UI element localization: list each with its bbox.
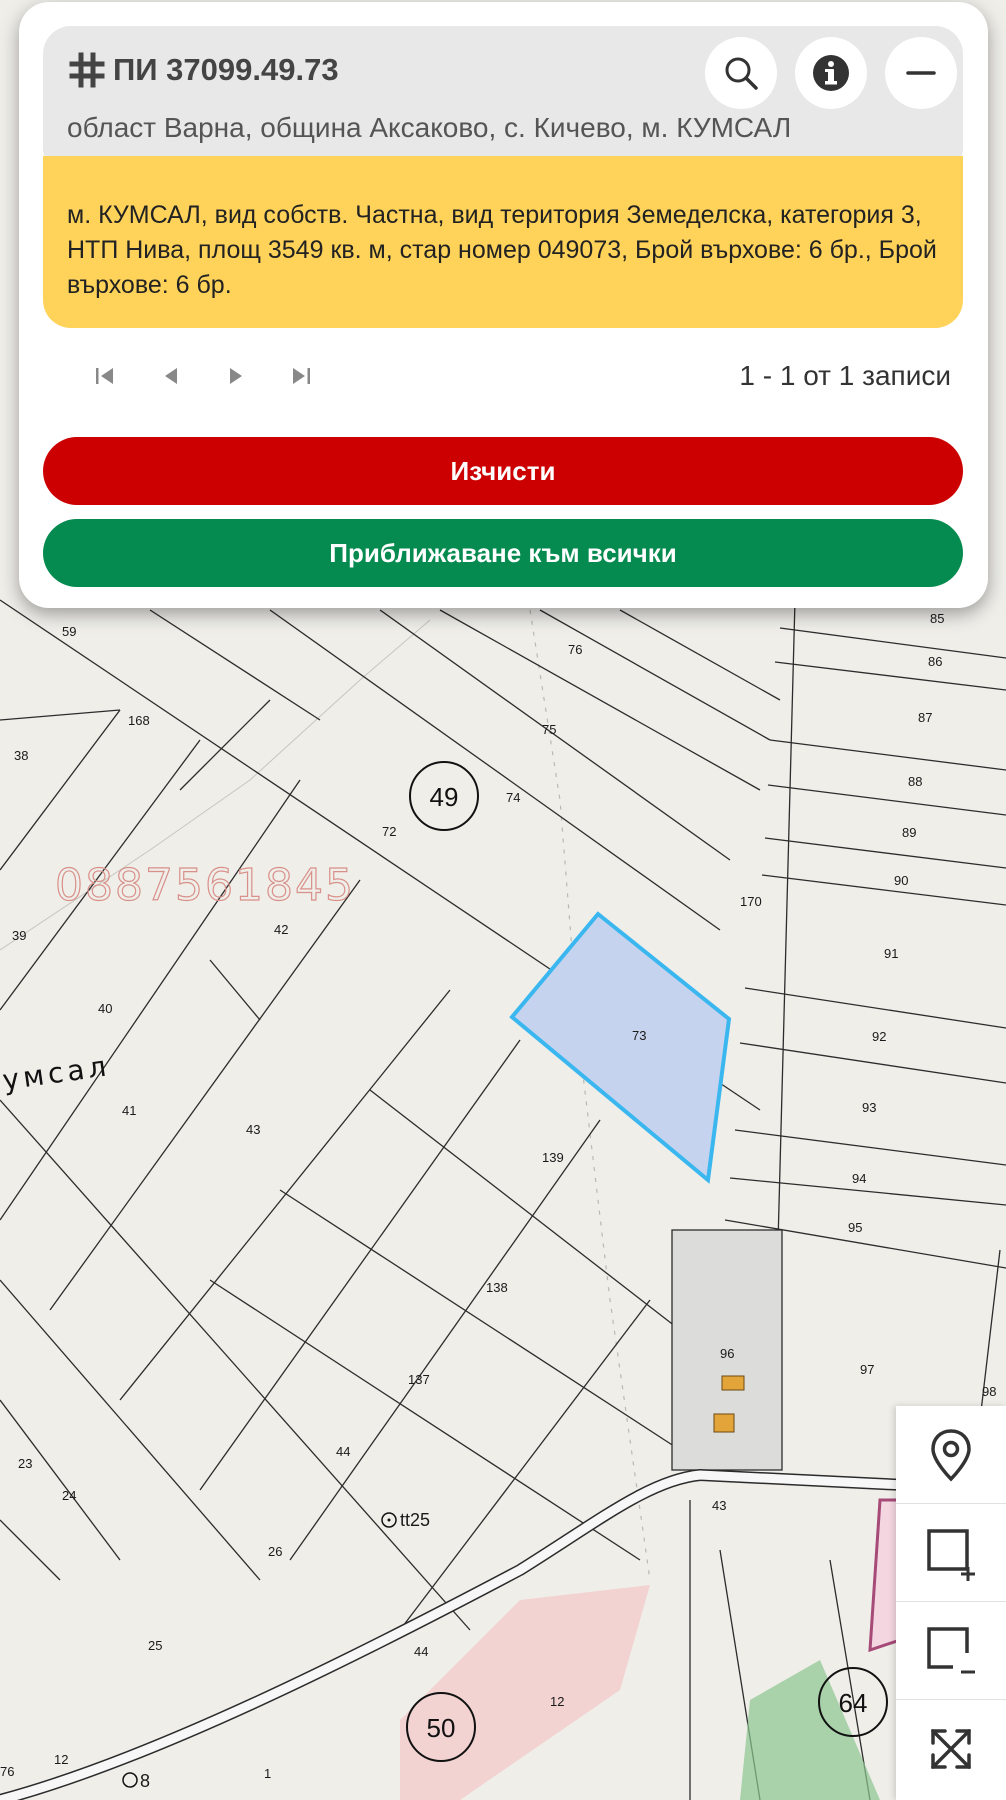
watermark-phone: 0887561845 <box>55 860 355 911</box>
parcel-label: 75 <box>542 722 556 737</box>
parcel-label: 139 <box>542 1150 564 1165</box>
parcel-info-card: ПИ 37099.49.73 област Варна, община Акса… <box>19 2 988 608</box>
parcel-label: 43 <box>712 1498 726 1513</box>
parcel-label: 86 <box>928 654 942 669</box>
select-remove-button[interactable] <box>896 1602 1006 1700</box>
next-page-button[interactable] <box>216 356 256 396</box>
parcel-label: 72 <box>382 824 396 839</box>
search-icon <box>725 57 758 90</box>
parcel-label: 12 <box>550 1694 564 1709</box>
parcel-label: 91 <box>884 946 898 961</box>
parcel-label: 137 <box>408 1372 430 1387</box>
grid-hash-icon <box>69 52 105 88</box>
svg-text:64: 64 <box>839 1688 868 1718</box>
parcel-label: 25 <box>148 1638 162 1653</box>
parcel-label: 43 <box>246 1122 260 1137</box>
info-button[interactable] <box>795 37 867 109</box>
parcel-label: 44 <box>414 1644 428 1659</box>
parcel-label: 40 <box>98 1001 112 1016</box>
fullscreen-button[interactable] <box>896 1700 1006 1797</box>
last-page-button[interactable] <box>281 356 321 396</box>
parcel-label: 92 <box>872 1029 886 1044</box>
parcel-label: 168 <box>128 713 150 728</box>
svg-text:49: 49 <box>430 782 459 812</box>
parcel-label: 87 <box>918 710 932 725</box>
parcel-label: 94 <box>852 1171 866 1186</box>
card-header: ПИ 37099.49.73 област Варна, община Акса… <box>43 26 963 176</box>
parcel-label: 76 <box>0 1764 14 1779</box>
parcel-label: 1 <box>264 1766 271 1781</box>
first-page-icon <box>96 368 113 384</box>
svg-text:50: 50 <box>427 1713 456 1743</box>
title-row: ПИ 37099.49.73 <box>69 52 339 88</box>
parcel-label: 12 <box>54 1752 68 1767</box>
parcel-details-panel: м. КУМСАЛ, вид собств. Частна, вид терит… <box>43 156 963 328</box>
parcel-label: 93 <box>862 1100 876 1115</box>
parcel-label: 59 <box>62 624 76 639</box>
parcel-address: област Варна, община Аксаково, с. Кичево… <box>67 112 792 143</box>
parcel-label: 23 <box>18 1456 32 1471</box>
parcel-title: ПИ 37099.49.73 <box>113 52 339 87</box>
minimize-button[interactable] <box>885 37 957 109</box>
parcel-label: 96 <box>720 1346 734 1361</box>
parcel-label: 89 <box>902 825 916 840</box>
clear-button[interactable]: Изчисти <box>43 437 963 505</box>
first-page-button[interactable] <box>85 356 125 396</box>
locate-button[interactable] <box>896 1406 1006 1504</box>
parcel-label: 98 <box>982 1384 996 1399</box>
zoom-to-all-button[interactable]: Приближаване към всички <box>43 519 963 587</box>
info-icon <box>813 55 849 91</box>
parcel-label: 39 <box>12 928 26 943</box>
minimize-icon <box>906 71 936 75</box>
parcel-label: 97 <box>860 1362 874 1377</box>
parcel-label: 8 <box>140 1771 150 1791</box>
select-add-icon <box>927 1528 975 1581</box>
parcel-label: tt25 <box>400 1510 430 1530</box>
parcel-label: 74 <box>506 790 520 805</box>
parcel-label: 24 <box>62 1488 76 1503</box>
fullscreen-icon <box>931 1728 971 1769</box>
search-button[interactable] <box>705 37 777 109</box>
location-pin-icon <box>931 1428 971 1481</box>
select-remove-icon <box>927 1626 975 1673</box>
parcel-label: 26 <box>268 1544 282 1559</box>
parcel-label: 76 <box>568 642 582 657</box>
prev-page-button[interactable] <box>151 356 191 396</box>
parcel-label: 170 <box>740 894 762 909</box>
parcel-label: 41 <box>122 1103 136 1118</box>
parcel-label: 73 <box>632 1028 646 1043</box>
select-add-button[interactable] <box>896 1504 1006 1602</box>
parcel-label: 44 <box>336 1444 350 1459</box>
parcel-label: 88 <box>908 774 922 789</box>
next-page-icon <box>230 368 242 384</box>
map-toolbar <box>896 1406 1006 1800</box>
last-page-icon <box>293 368 310 384</box>
parcel-label: 95 <box>848 1220 862 1235</box>
parcel-details: м. КУМСАЛ, вид собств. Частна, вид терит… <box>67 201 937 299</box>
record-count: 1 - 1 от 1 записи <box>739 360 951 391</box>
record-pager: 1 - 1 от 1 записи <box>43 344 963 410</box>
parcel-label: 85 <box>930 611 944 626</box>
parcel-label: 90 <box>894 873 908 888</box>
parcel-label: 42 <box>274 922 288 937</box>
parcel-label: 38 <box>14 748 28 763</box>
parcel-label: 138 <box>486 1280 508 1295</box>
prev-page-icon <box>165 368 177 384</box>
